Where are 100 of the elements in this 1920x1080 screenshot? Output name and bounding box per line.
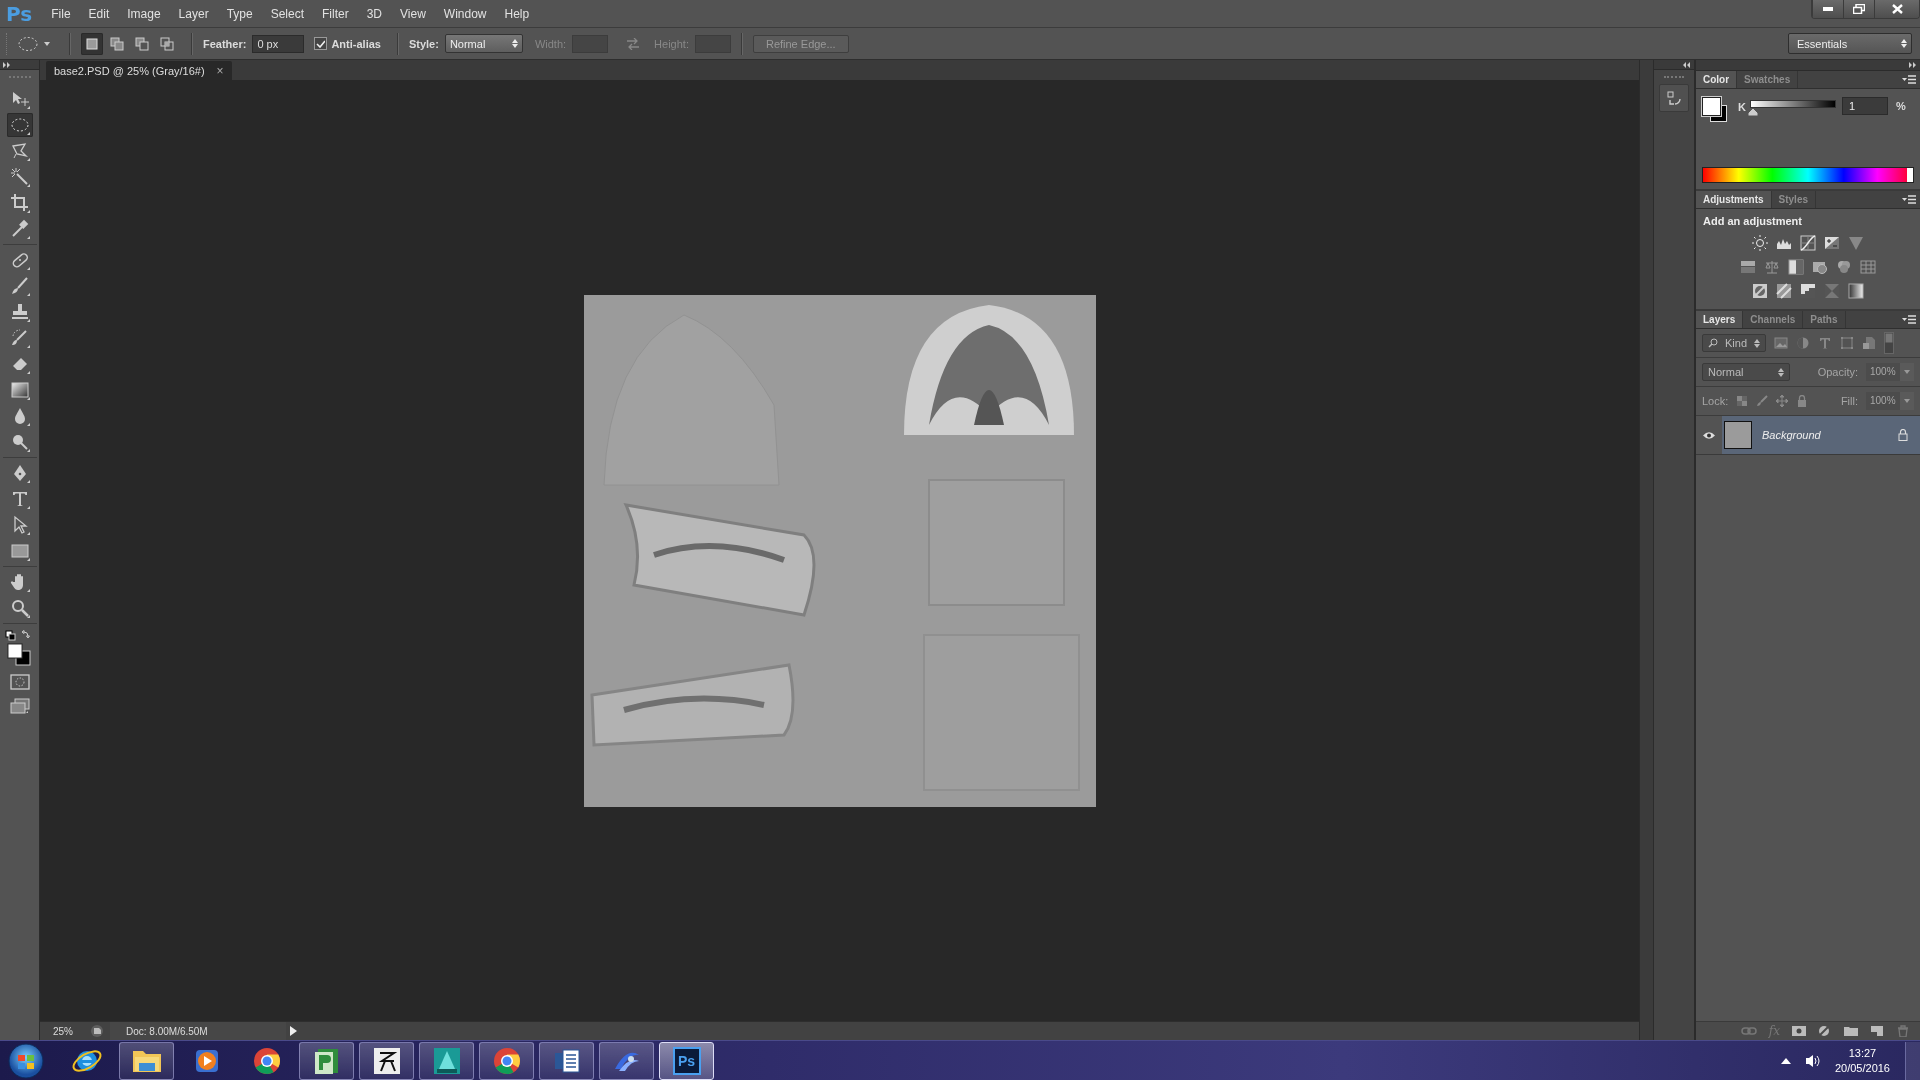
stamp-icon — [9, 302, 30, 322]
expand-arrows-icon[interactable] — [3, 61, 11, 68]
expand-arrows-icon[interactable] — [1909, 62, 1917, 68]
workspace-dropdown[interactable]: Essentials — [1788, 33, 1912, 54]
eye-icon[interactable] — [1702, 430, 1716, 440]
caret-icon[interactable] — [43, 40, 51, 47]
mask-icon[interactable] — [1792, 1025, 1806, 1037]
speaker-icon[interactable] — [1804, 1053, 1821, 1068]
menu-item[interactable]: Window — [434, 6, 496, 21]
panel-menu-icon[interactable] — [1902, 75, 1916, 84]
taskbar-app-button[interactable] — [539, 1041, 594, 1080]
taskbar-app-button[interactable] — [419, 1041, 474, 1080]
panel-tab[interactable]: Layers — [1696, 311, 1744, 328]
preview-icon[interactable] — [90, 1024, 104, 1038]
brush-icon — [9, 276, 30, 296]
menu-item[interactable]: Help — [495, 6, 539, 21]
squares-icon — [159, 35, 175, 52]
panel-menu-icon[interactable] — [1902, 315, 1916, 324]
smart-object-filter-icon[interactable] — [1862, 336, 1876, 350]
channel-slider[interactable] — [1749, 100, 1836, 117]
gradient-icon[interactable] — [1848, 283, 1864, 299]
panel-tab[interactable]: Channels — [1743, 311, 1804, 328]
foreground-color-swatch[interactable] — [1702, 97, 1721, 116]
menu-item[interactable]: Filter — [313, 6, 358, 21]
diagonal-icon[interactable] — [1752, 283, 1768, 299]
fill-field[interactable]: 100% — [1866, 392, 1900, 410]
show-hidden-icons-icon[interactable] — [1780, 1057, 1791, 1064]
feather-label: Feather: — [203, 37, 247, 50]
menu-item[interactable]: Select — [261, 6, 313, 21]
close-button[interactable] — [1874, 0, 1919, 18]
new-layer-icon[interactable] — [1870, 1025, 1884, 1037]
menu-item[interactable]: Image — [118, 6, 170, 21]
history-panel-button[interactable] — [1659, 84, 1689, 112]
panel-header-bar[interactable] — [0, 60, 39, 70]
plus-minus-icon[interactable] — [1824, 235, 1840, 251]
anti-alias-checkbox[interactable] — [314, 37, 328, 50]
taskbar-app-button[interactable] — [119, 1041, 174, 1080]
restore-button[interactable] — [1843, 0, 1874, 18]
clock[interactable]: 13:27 20/05/2016 — [1834, 1045, 1890, 1076]
fill-label: Fill: — [1840, 395, 1858, 407]
taskbar-app-button[interactable] — [479, 1041, 534, 1080]
hand-icon — [9, 572, 30, 592]
layer-row[interactable]: Background — [1722, 416, 1920, 454]
zoom-level[interactable]: 25% — [40, 1025, 84, 1037]
panel-tab[interactable]: Styles — [1771, 191, 1817, 208]
minimize-button[interactable] — [1812, 0, 1843, 18]
filter-kind-dropdown[interactable]: Kind — [1702, 334, 1766, 352]
check-icon — [316, 39, 326, 48]
document-info: Doc: 8.00M/6.50M — [110, 1022, 286, 1040]
panel-tab[interactable]: Color — [1696, 71, 1738, 88]
half-square-icon[interactable] — [1788, 259, 1804, 275]
menu-item[interactable]: File — [42, 6, 80, 21]
camera-icon[interactable] — [1812, 259, 1828, 275]
rectangle-icon — [9, 541, 30, 561]
panel-tab[interactable]: Paths — [1803, 311, 1846, 328]
selection-mode-button[interactable] — [81, 32, 103, 55]
curve-icon[interactable] — [1800, 235, 1816, 251]
taskbar-app-button[interactable] — [299, 1041, 354, 1080]
screen-mode-icon[interactable] — [9, 698, 30, 714]
menu-item[interactable]: View — [391, 6, 435, 21]
taskbar-app-button[interactable] — [599, 1041, 654, 1080]
filter-toggle-icon[interactable] — [1884, 332, 1894, 354]
half-circle-icon[interactable] — [1818, 1025, 1832, 1037]
panel-tab[interactable]: Adjustments — [1696, 191, 1772, 208]
show-desktop-button[interactable] — [1905, 1041, 1920, 1080]
channel-label: K — [1738, 101, 1746, 113]
opacity-dropdown-button[interactable] — [1900, 363, 1914, 381]
sun-icon[interactable] — [1752, 235, 1768, 251]
vertical-scrollbar[interactable] — [1639, 60, 1653, 1040]
menu-item[interactable]: Type — [217, 6, 262, 21]
menu-item[interactable]: 3D — [357, 6, 392, 21]
quick-mask-icon[interactable] — [9, 674, 30, 690]
panel-menu-icon[interactable] — [1902, 195, 1916, 204]
blend-mode-dropdown[interactable]: Normal — [1702, 363, 1790, 381]
feather-field[interactable]: 0 px — [252, 34, 305, 53]
menu-item[interactable]: Edit — [79, 6, 119, 21]
elliptical-marquee-icon[interactable] — [17, 35, 39, 52]
lock-label: Lock: — [1702, 395, 1729, 407]
padlock-icon[interactable] — [1898, 429, 1908, 441]
opacity-field[interactable]: 100% — [1866, 363, 1900, 381]
folder-icon[interactable] — [1844, 1025, 1858, 1037]
taskbar-app-button[interactable] — [359, 1041, 414, 1080]
panel-header-bar[interactable] — [1654, 60, 1694, 70]
scales-icon[interactable] — [1764, 259, 1780, 275]
menu-item[interactable]: Layer — [169, 6, 218, 21]
document-tab[interactable]: base2.PSD @ 25% (Gray/16#) × — [46, 61, 232, 80]
panel-tab[interactable]: Swatches — [1737, 71, 1799, 88]
channel-value-field[interactable]: 1 — [1841, 97, 1888, 115]
taskbar-app-button[interactable]: Ps — [659, 1041, 714, 1080]
tool-button[interactable] — [6, 113, 33, 137]
color-spectrum[interactable] — [1702, 167, 1914, 183]
circles-icon[interactable] — [1836, 259, 1852, 275]
checkerboard-icon[interactable] — [1736, 395, 1749, 407]
gradient-bars-icon[interactable] — [1740, 259, 1756, 275]
fill-dropdown-button[interactable] — [1900, 392, 1914, 410]
stripes-icon[interactable] — [1776, 283, 1792, 299]
tab-close-button[interactable]: × — [216, 63, 224, 78]
style-dropdown[interactable]: Normal — [444, 34, 523, 53]
image-filter-icon[interactable] — [1774, 336, 1788, 350]
collapse-arrows-icon[interactable] — [1683, 61, 1691, 68]
